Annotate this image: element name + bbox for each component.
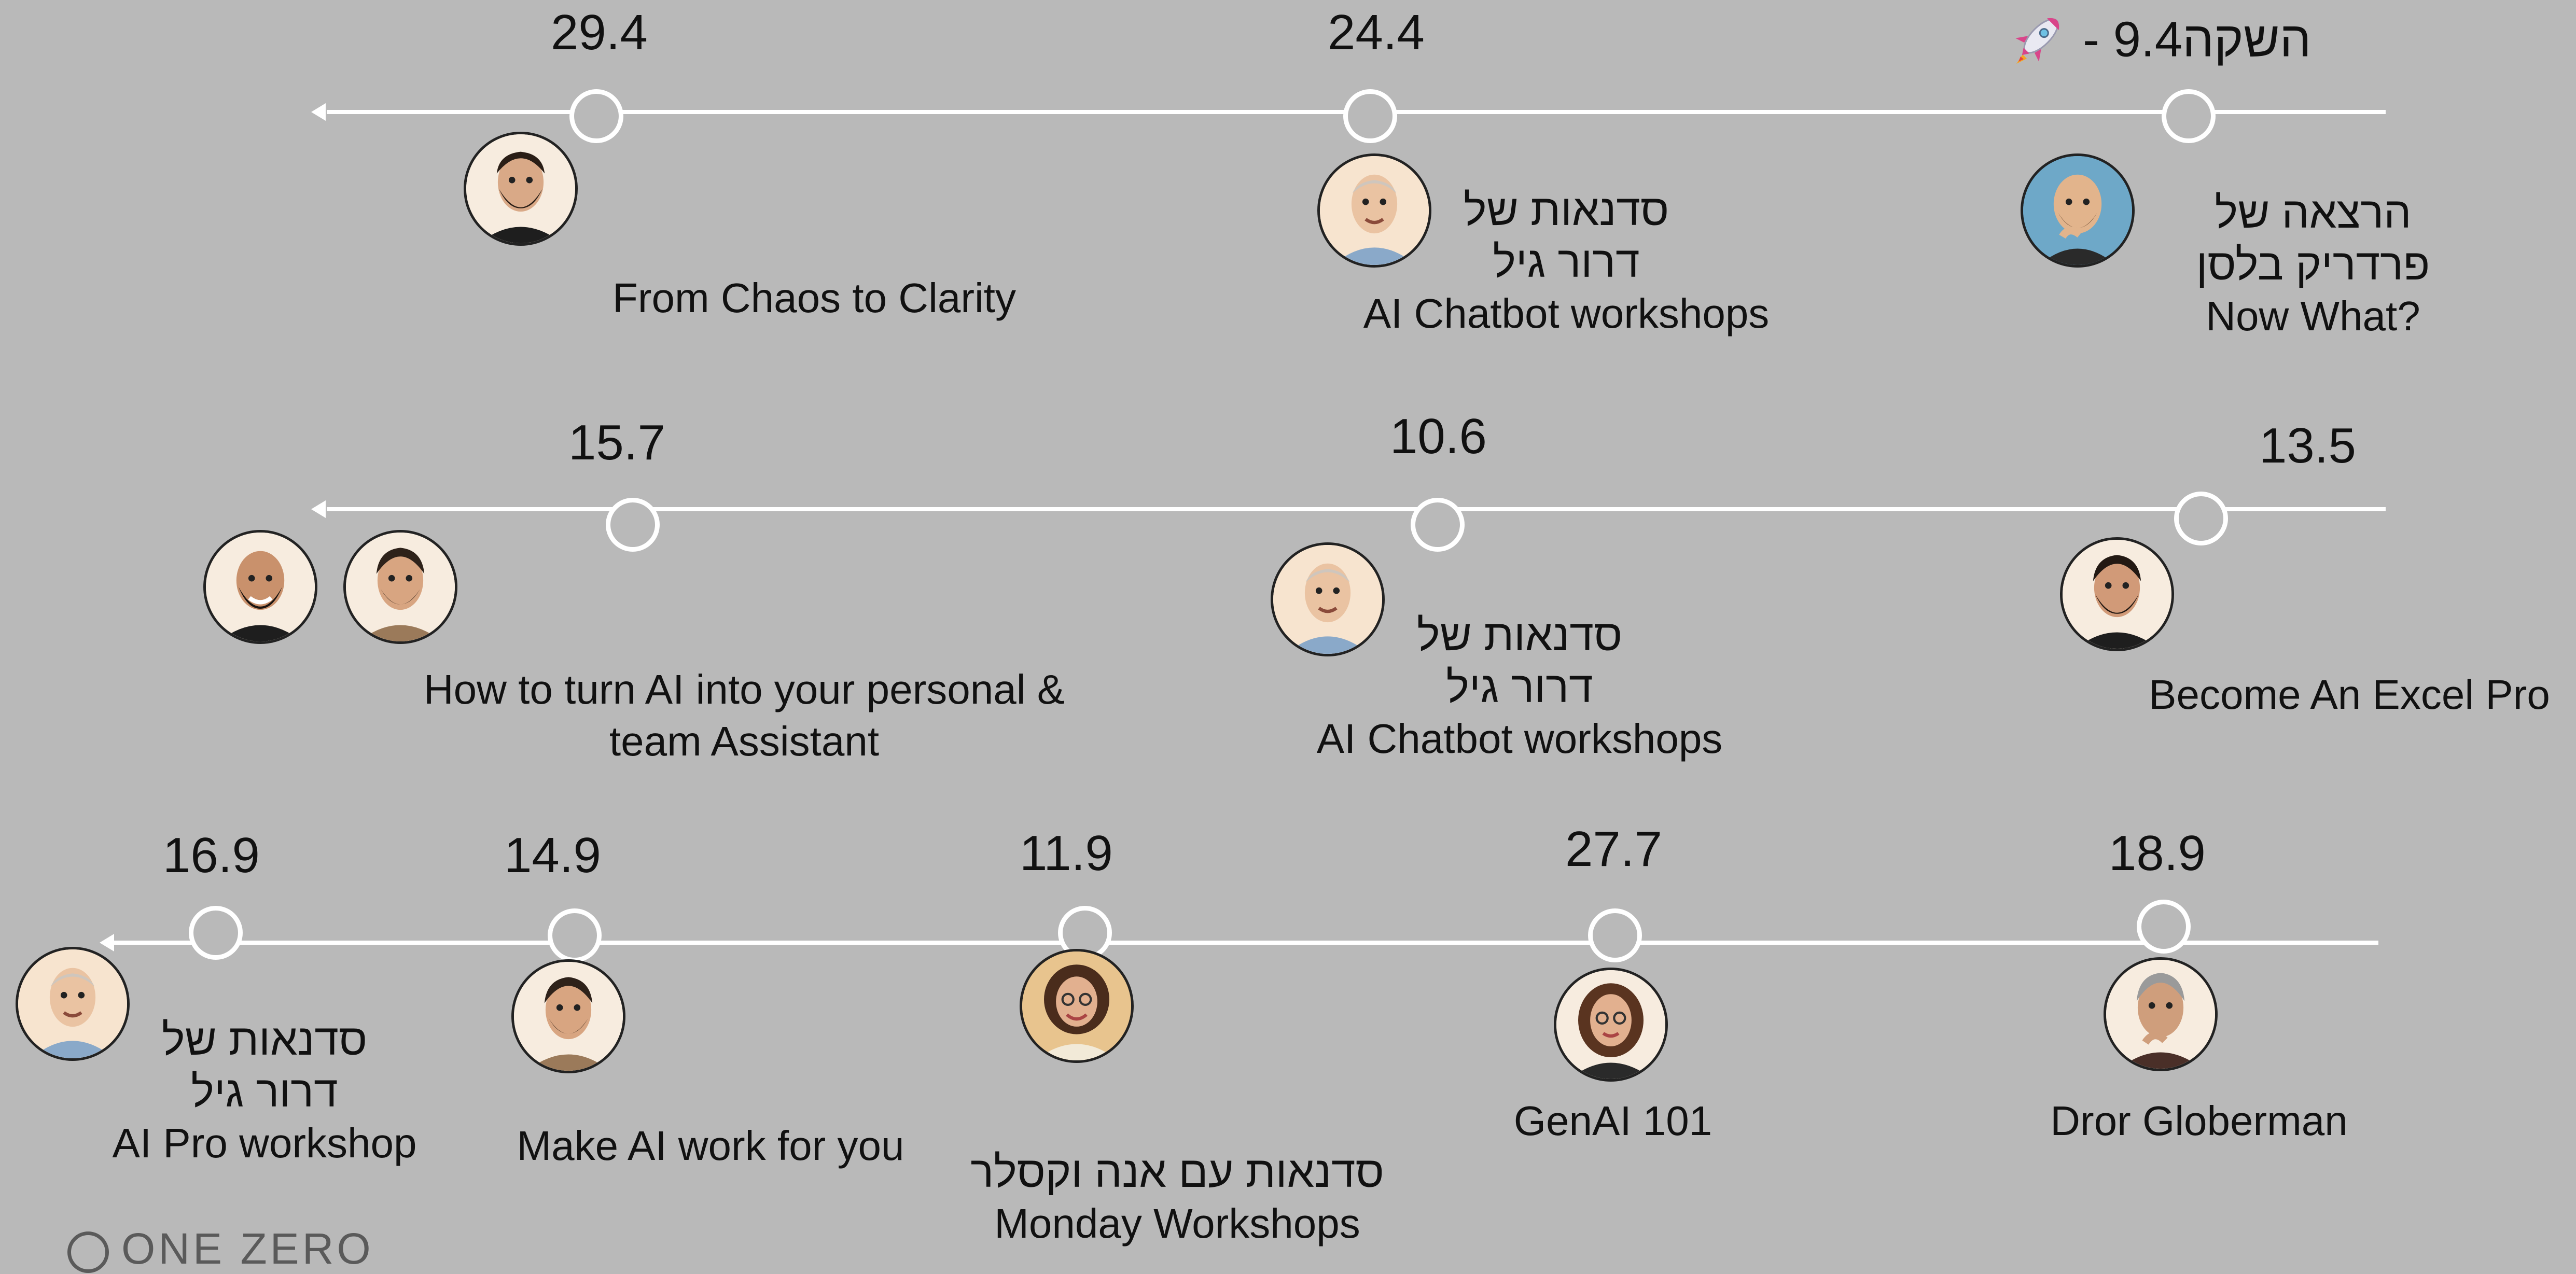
- date-13-5: 13.5: [2259, 418, 2356, 473]
- event-en-title: AI Chatbot workshops: [1316, 716, 1723, 762]
- avatar-dror-globerman: [2104, 957, 2218, 1071]
- event-he-line-1: סדנאות של: [1463, 186, 1669, 234]
- timeline-node-launch: [2162, 89, 2216, 143]
- event-en-title: Now What?: [2206, 293, 2420, 339]
- event-label-launch: הרצאה של פרדריק בלסן Now What?: [2168, 187, 2458, 342]
- avatar-make-ai-work: [511, 959, 625, 1073]
- date-24-4: 24.4: [1328, 5, 1425, 60]
- date-18-9: 18.9: [2109, 825, 2206, 881]
- event-en-line-1: How to turn AI into your personal &: [423, 666, 1065, 712]
- event-he-line-2: דרור גיל: [1446, 663, 1593, 711]
- timeline-node-14-9: [548, 908, 602, 962]
- event-label-15-7: How to turn AI into your personal & team…: [384, 664, 1105, 767]
- event-label-27-7: GenAI 101: [1463, 1095, 1763, 1147]
- event-en-line-2: team Assistant: [609, 718, 880, 764]
- rocket-icon: [2007, 8, 2069, 78]
- timeline-node-24-4: [1343, 89, 1397, 143]
- avatar-excel-pro: [2060, 537, 2174, 651]
- event-he-line-1: הרצאה של: [2215, 188, 2412, 237]
- timeline-arrow-row-2: [311, 500, 326, 518]
- event-en-title: Make AI work for you: [517, 1123, 904, 1169]
- timeline-page: - 9.4השקה 24.4 29.4 הרצאה של פרדריק בלסן…: [0, 0, 2576, 1273]
- event-he-line-2: פרדריק בלסן: [2196, 240, 2430, 289]
- timeline-node-27-7: [1588, 908, 1642, 962]
- date-11-9: 11.9: [1020, 825, 1113, 881]
- date-16-9: 16.9: [163, 828, 260, 883]
- date-27-7: 27.7: [1565, 821, 1662, 877]
- event-label-16-9: סדנאות של דרור גיל AI Pro workshop: [83, 1014, 446, 1169]
- event-label-14-9: Make AI work for you: [488, 1120, 934, 1172]
- event-label-13-5: Become An Excel Pro: [2132, 669, 2567, 721]
- event-he-line-2: דרור גיל: [191, 1067, 338, 1116]
- event-he-line-1: סדנאות של: [161, 1015, 368, 1064]
- timeline-node-16-9: [189, 906, 243, 960]
- avatar-ai-assistant-1: [203, 530, 317, 644]
- event-en-title: Dror Globerman: [2050, 1098, 2348, 1144]
- timeline-node-13-5: [2174, 492, 2228, 545]
- brand-logo: ONE ZERO: [67, 1224, 374, 1274]
- event-en-title: Become An Excel Pro: [2149, 671, 2550, 718]
- avatar-from-chaos: [464, 132, 578, 246]
- event-label-29-4: From Chaos to Clarity: [586, 272, 1042, 324]
- timeline-node-15-7: [606, 498, 660, 552]
- launch-date-value: - 9.4: [2083, 11, 2183, 67]
- timeline-node-10-6: [1411, 498, 1465, 552]
- event-label-18-9: Dror Globerman: [2012, 1095, 2386, 1147]
- event-he-line-1: סדנאות עם אנה וקסלר: [970, 1147, 1384, 1196]
- timeline-arrow-row-3: [100, 934, 114, 951]
- avatar-frederik-balsen: [2021, 153, 2135, 268]
- event-en-title: Monday Workshops: [994, 1200, 1360, 1247]
- event-he-line-2: דרור גיל: [1493, 237, 1640, 286]
- timeline-line-row-3: [112, 941, 2378, 945]
- launch-date: - 9.4השקה: [2007, 8, 2311, 78]
- date-10-6: 10.6: [1390, 409, 1487, 464]
- launch-label: השקה: [2182, 11, 2312, 67]
- event-label-10-6: סדנאות של דרור גיל AI Chatbot workshops: [1302, 609, 1737, 765]
- event-label-24-4: סדנאות של דרור גיל AI Chatbot workshops: [1354, 184, 1779, 340]
- date-15-7: 15.7: [568, 415, 665, 470]
- event-en-title: From Chaos to Clarity: [612, 275, 1016, 321]
- date-14-9: 14.9: [504, 828, 601, 883]
- timeline-node-29-4: [569, 89, 623, 143]
- timeline-node-18-9: [2137, 900, 2191, 954]
- avatar-genai-101: [1554, 968, 1668, 1082]
- brand-logo-text: ONE ZERO: [121, 1224, 374, 1273]
- date-29-4: 29.4: [551, 5, 648, 60]
- avatar-anna-wexler: [1020, 949, 1134, 1063]
- avatar-ai-assistant-2: [343, 530, 457, 644]
- event-en-title: AI Pro workshop: [112, 1120, 417, 1166]
- logo-mark-icon: [67, 1231, 109, 1273]
- event-he-line-1: סדנאות של: [1416, 611, 1623, 660]
- event-label-11-9: סדנאות עם אנה וקסלר Monday Workshops: [939, 1146, 1416, 1250]
- event-en-title: AI Chatbot workshops: [1363, 290, 1770, 337]
- timeline-arrow-row-1: [311, 103, 326, 121]
- event-en-title: GenAI 101: [1513, 1098, 1712, 1144]
